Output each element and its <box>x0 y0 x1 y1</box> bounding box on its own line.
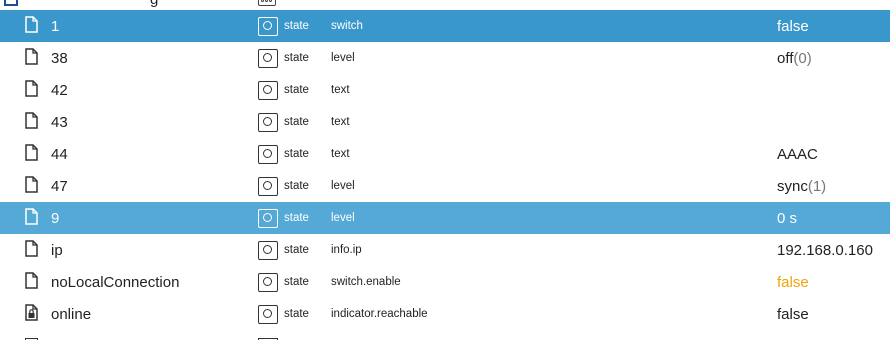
object-type: state <box>284 276 309 288</box>
object-value[interactable]: 0 s <box>777 210 797 227</box>
object-role: level <box>331 212 355 224</box>
object-type: state <box>284 244 309 256</box>
object-name: 47 <box>51 178 68 195</box>
lock-file-icon <box>25 304 38 321</box>
value-text: AAAC <box>777 146 818 163</box>
object-value[interactable]: AAAC <box>777 146 818 163</box>
value-text: false <box>777 18 809 35</box>
object-value[interactable]: off(0) <box>777 50 812 67</box>
state-type-icon <box>258 49 278 68</box>
object-role: level <box>331 52 355 64</box>
object-role: indicator.reachable <box>331 308 428 320</box>
state-type-icon <box>258 241 278 260</box>
file-icon <box>25 144 38 161</box>
file-icon <box>25 272 38 289</box>
object-type: state <box>284 148 309 160</box>
value-number: (1) <box>807 178 827 195</box>
state-type-icon <box>258 273 278 292</box>
state-type-icon <box>258 177 278 196</box>
parent-row-partial[interactable]: g <box>0 0 890 10</box>
object-role: level <box>331 180 355 192</box>
state-type-icon <box>258 209 278 228</box>
file-icon <box>25 112 38 129</box>
object-name: ip <box>51 242 63 259</box>
object-tree-list: 1 state switch false 38 state level off(0) 42 sta… <box>0 10 890 330</box>
object-value[interactable]: false <box>777 274 809 291</box>
object-value[interactable]: false <box>777 306 809 323</box>
value-number: (0) <box>793 50 812 67</box>
folder-icon <box>4 0 18 6</box>
object-role: switch.enable <box>331 276 401 288</box>
value-text: false <box>777 306 809 323</box>
object-value[interactable]: 192.168.0.160 <box>777 242 873 259</box>
object-role: info.ip <box>331 244 362 256</box>
table-row[interactable]: 44 state text AAAC <box>0 138 890 170</box>
object-name: 43 <box>51 114 68 131</box>
object-type: state <box>284 52 309 64</box>
object-name: 42 <box>51 82 68 99</box>
table-row[interactable]: 47 state level sync(1) <box>0 170 890 202</box>
table-row[interactable]: ip state info.ip 192.168.0.160 <box>0 234 890 266</box>
object-value[interactable]: false <box>777 18 809 35</box>
state-type-icon <box>258 145 278 164</box>
table-row[interactable]: 38 state level off(0) <box>0 42 890 74</box>
object-type: state <box>284 212 309 224</box>
table-row[interactable]: online state indicator.reachable false <box>0 298 890 330</box>
object-type: state <box>284 308 309 320</box>
table-row[interactable]: 43 state text <box>0 106 890 138</box>
object-role: switch <box>331 20 363 32</box>
value-text: sync <box>777 178 808 195</box>
file-icon <box>25 240 38 257</box>
object-name: 1 <box>51 18 60 35</box>
file-icon <box>25 16 38 33</box>
file-icon <box>25 176 38 193</box>
object-type: state <box>284 20 309 32</box>
object-name: online <box>51 306 92 323</box>
value-text: false <box>777 274 809 291</box>
next-row-partial[interactable] <box>0 330 890 340</box>
object-name: 44 <box>51 146 68 163</box>
value-text: 192.168.0.160 <box>777 242 873 259</box>
state-type-icon <box>258 113 278 132</box>
object-value[interactable]: sync(1) <box>777 178 826 195</box>
parent-row-label: g <box>150 0 158 8</box>
state-type-icon <box>258 17 278 36</box>
group-icon <box>258 0 276 6</box>
file-icon <box>25 208 38 225</box>
object-type: state <box>284 116 309 128</box>
object-name: noLocalConnection <box>51 274 180 291</box>
object-name: 38 <box>51 50 68 67</box>
object-type: state <box>284 84 309 96</box>
value-text: off <box>777 50 794 67</box>
object-role: text <box>331 116 350 128</box>
value-text: 0 s <box>777 210 798 227</box>
table-row[interactable]: 9 state level 0 s <box>0 202 890 234</box>
object-role: text <box>331 148 350 160</box>
file-icon <box>25 80 38 97</box>
object-role: text <box>331 84 350 96</box>
state-type-icon <box>258 81 278 100</box>
object-type: state <box>284 180 309 192</box>
object-name: 9 <box>51 210 60 227</box>
file-icon <box>25 48 38 65</box>
state-type-icon <box>258 305 278 324</box>
table-row[interactable]: 1 state switch false <box>0 10 890 42</box>
table-row[interactable]: 42 state text <box>0 74 890 106</box>
table-row[interactable]: noLocalConnection state switch.enable false <box>0 266 890 298</box>
